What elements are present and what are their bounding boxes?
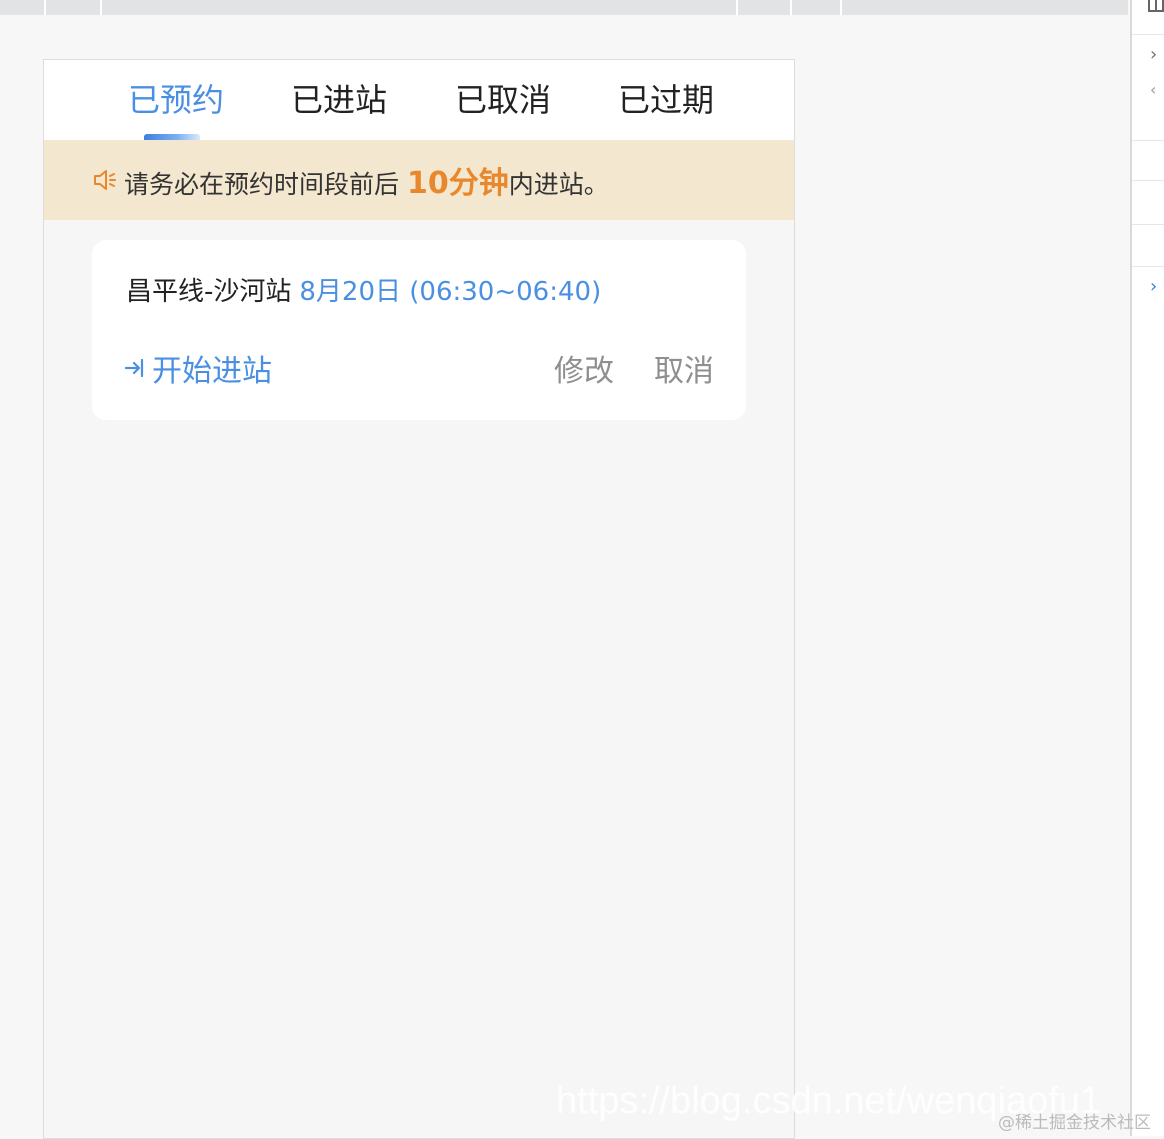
speaker-icon [94, 170, 116, 190]
browser-toolbar [0, 0, 1128, 15]
toolbar-divider [100, 0, 102, 15]
notice-message: 请务必在预约时间段前后 10分钟内进站。 [124, 158, 609, 202]
tab-cancelled[interactable]: 已取消 [455, 80, 551, 124]
tab-expired[interactable]: 已过期 [618, 80, 714, 124]
toolbar-divider [840, 0, 842, 15]
tab-reserved[interactable]: 已预约 [128, 80, 224, 124]
toolbar-divider [44, 0, 46, 15]
watermark-site: @稀土掘金技术社区 [998, 1113, 1151, 1133]
mobile-viewport: 已预约 已进站 已取消 已过期 请务必在预约时间段前后 10分钟内进站。 昌平线… [43, 59, 795, 1139]
reservation-title: 昌平线-沙河站 8月20日 (06:30~06:40) [126, 276, 601, 308]
chevron-right-icon[interactable]: › [1150, 44, 1157, 65]
modify-button[interactable]: 修改 [554, 346, 614, 390]
notice-suffix: 内进站。 [508, 170, 609, 199]
enter-icon [124, 358, 144, 378]
toolbar-divider [790, 0, 792, 15]
cancel-button[interactable]: 取消 [654, 346, 714, 390]
notice-highlight: 10分钟 [406, 166, 509, 201]
tab-entered[interactable]: 已进站 [291, 80, 387, 124]
station-name: 昌平线-沙河站 [126, 277, 292, 307]
notice-banner: 请务必在预约时间段前后 10分钟内进站。 [44, 140, 794, 220]
chevron-left-icon[interactable]: ‹ [1150, 80, 1156, 99]
reservation-datetime: 8月20日 (06:30~06:40) [299, 277, 602, 307]
toolbar-divider [736, 0, 738, 15]
start-entry-button[interactable]: 开始进站 [122, 346, 272, 390]
reservation-card: 昌平线-沙河站 8月20日 (06:30~06:40) 开始进站 修改 取消 [92, 240, 746, 420]
notice-prefix: 请务必在预约时间段前后 [124, 170, 407, 199]
tab-bar: 已预约 已进站 已取消 已过期 [44, 60, 794, 140]
expand-arrow-icon[interactable]: › [1150, 276, 1157, 297]
panel-layout-icon[interactable] [1148, 0, 1164, 12]
devtools-panel: › ‹ › [1130, 0, 1164, 1136]
start-entry-label: 开始进站 [152, 354, 272, 389]
